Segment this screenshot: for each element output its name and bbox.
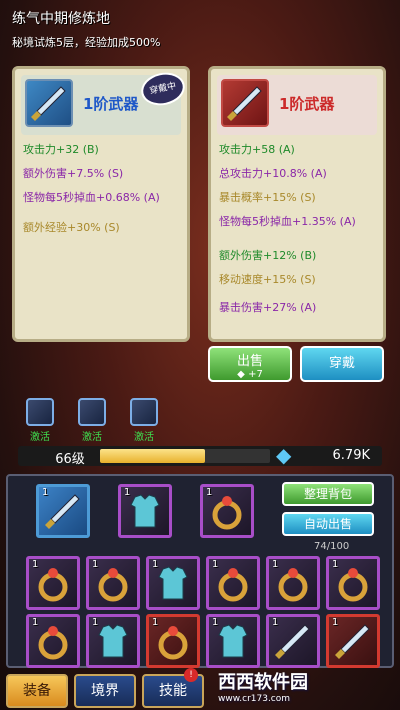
item-count: 1 bbox=[332, 617, 339, 628]
skill-label: 激活 bbox=[134, 432, 154, 443]
inventory-item[interactable]: 1 bbox=[200, 484, 254, 538]
sword-icon bbox=[221, 79, 269, 127]
item-count: 1 bbox=[212, 559, 219, 570]
sell-button[interactable]: 出售 ◆ +7 bbox=[208, 346, 292, 382]
inventory-item[interactable]: 1 bbox=[146, 614, 200, 668]
item-count: 1 bbox=[42, 487, 49, 498]
player-level: 66级 bbox=[55, 452, 85, 467]
item-name: 1阶武器 bbox=[279, 95, 335, 113]
card-header: 1阶武器 穿戴中 bbox=[21, 68, 188, 135]
item-stat: 暴击伤害+27% (A) bbox=[219, 301, 317, 314]
inventory-item[interactable]: 1 bbox=[266, 556, 320, 610]
item-stat: 攻击力+32 (B) bbox=[23, 143, 99, 156]
item-stat: 移动速度+15% (S) bbox=[219, 273, 316, 286]
bag-capacity: 74/100 bbox=[314, 541, 350, 552]
item-count: 1 bbox=[272, 617, 279, 628]
stage-title: 练气中期修炼地 bbox=[12, 11, 110, 27]
card-header: 1阶武器 bbox=[217, 75, 377, 135]
tab-realm[interactable]: 境界 bbox=[74, 674, 136, 708]
skill-icon[interactable] bbox=[78, 398, 106, 426]
item-stat: 额外伤害+12% (B) bbox=[219, 249, 317, 262]
skill-label: 激活 bbox=[30, 432, 50, 443]
inventory-item[interactable]: 1 bbox=[266, 614, 320, 668]
inventory-item[interactable]: 1 bbox=[326, 556, 380, 610]
new-item-card: 1阶武器 攻击力+58 (A) 总攻击力+10.8% (A) 暴击概率+15% … bbox=[208, 66, 386, 342]
inventory-item[interactable]: 1 bbox=[326, 614, 380, 668]
inventory-item[interactable]: 1 bbox=[36, 484, 90, 538]
item-count: 1 bbox=[272, 559, 279, 570]
item-stat: 暴击概率+15% (S) bbox=[219, 191, 316, 204]
auto-sell-button[interactable]: 自动出售 bbox=[282, 512, 374, 536]
item-count: 1 bbox=[206, 487, 213, 498]
gem-count: 6.79K bbox=[332, 448, 370, 463]
item-name: 1阶武器 bbox=[83, 95, 139, 113]
item-count: 1 bbox=[212, 617, 219, 628]
inventory-item[interactable]: 1 bbox=[26, 614, 80, 668]
item-count: 1 bbox=[332, 559, 339, 570]
item-count: 1 bbox=[32, 559, 39, 570]
item-count: 1 bbox=[124, 487, 131, 498]
item-stat: 怪物每5秒掉血+0.68% (A) bbox=[23, 191, 160, 204]
tab-equipment[interactable]: 装备 bbox=[6, 674, 68, 708]
item-count: 1 bbox=[32, 617, 39, 628]
skill-icon[interactable] bbox=[26, 398, 54, 426]
sell-label: 出售 bbox=[236, 354, 263, 369]
item-count: 1 bbox=[152, 559, 159, 570]
item-count: 1 bbox=[92, 559, 99, 570]
item-stat: 额外经验+30% (S) bbox=[23, 221, 120, 234]
item-stat: 怪物每5秒掉血+1.35% (A) bbox=[219, 215, 356, 228]
item-count: 1 bbox=[92, 617, 99, 628]
item-stat: 总攻击力+10.8% (A) bbox=[219, 167, 327, 180]
stage-subtitle: 秘境试炼5层，经验加成500% bbox=[12, 36, 161, 49]
item-stat: 额外伤害+7.5% (S) bbox=[23, 167, 124, 180]
equipped-item-card: 1阶武器 穿戴中 攻击力+32 (B) 额外伤害+7.5% (S) 怪物每5秒掉… bbox=[12, 66, 190, 342]
inventory-item[interactable]: 1 bbox=[86, 614, 140, 668]
inventory-item[interactable]: 1 bbox=[118, 484, 172, 538]
equip-button[interactable]: 穿戴 bbox=[300, 346, 384, 382]
inventory-item[interactable]: 1 bbox=[206, 556, 260, 610]
gem-icon: ◆ bbox=[237, 369, 245, 380]
inventory-item[interactable]: 1 bbox=[206, 614, 260, 668]
equipped-badge: 穿戴中 bbox=[138, 68, 188, 110]
inventory-item[interactable]: 1 bbox=[26, 556, 80, 610]
inventory-item[interactable]: 1 bbox=[146, 556, 200, 610]
watermark: 西西软件园 www.cr173.com bbox=[218, 672, 308, 704]
sword-icon bbox=[25, 79, 73, 127]
sell-gain: ◆ +7 bbox=[237, 369, 263, 380]
skill-icon[interactable] bbox=[130, 398, 158, 426]
exp-fill bbox=[100, 449, 205, 463]
skill-label: 激活 bbox=[82, 432, 102, 443]
item-count: 1 bbox=[152, 617, 159, 628]
sort-bag-button[interactable]: 整理背包 bbox=[282, 482, 374, 506]
notification-badge: ! bbox=[184, 668, 198, 682]
item-stat: 攻击力+58 (A) bbox=[219, 143, 295, 156]
inventory-item[interactable]: 1 bbox=[86, 556, 140, 610]
